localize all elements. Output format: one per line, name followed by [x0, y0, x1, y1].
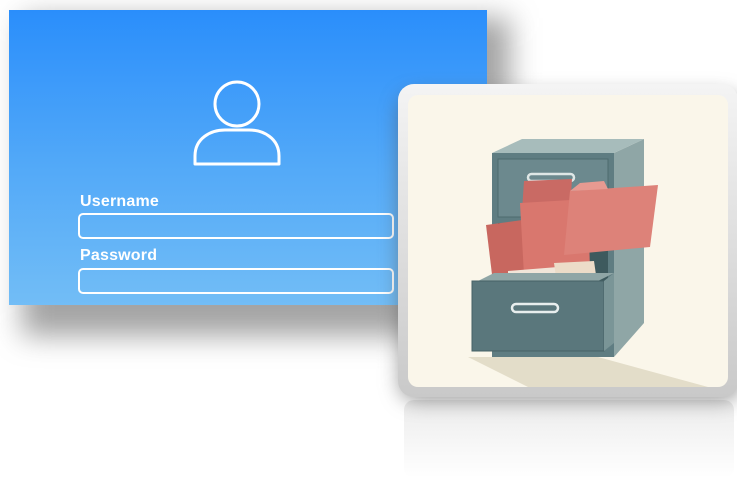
username-field[interactable] — [78, 213, 394, 239]
folder-right — [564, 185, 658, 255]
file-cabinet-icon — [468, 139, 708, 387]
user-icon — [193, 80, 281, 166]
password-field[interactable] — [78, 268, 394, 294]
floor-shadow — [468, 357, 708, 387]
file-cabinet-illustration — [408, 95, 728, 387]
drawer-top-edge — [478, 273, 614, 281]
drawer-side — [604, 273, 614, 351]
screen: Username Password — [0, 0, 737, 478]
username-label: Username — [80, 193, 159, 210]
password-label: Password — [80, 247, 158, 264]
card-reflection — [404, 400, 734, 478]
cabinet-open-drawer — [471, 280, 605, 352]
